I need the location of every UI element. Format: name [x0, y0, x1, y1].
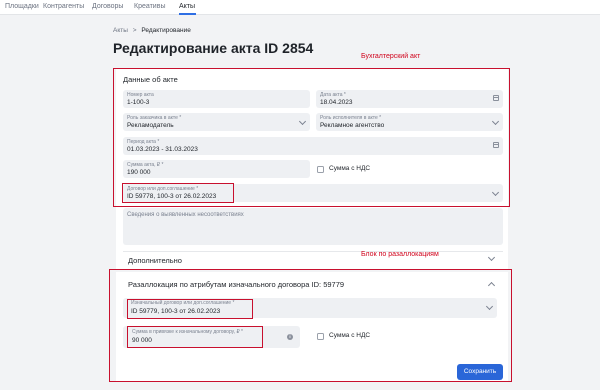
contractor-role-select[interactable]: Роль исполнителя в акте * Рекламное аген… [316, 113, 503, 131]
contractor-role-label: Роль исполнителя в акте * [320, 115, 382, 121]
active-tab-indicator [179, 13, 196, 15]
top-nav: Площадки Контрагенты Договоры Креативы А… [0, 0, 600, 15]
additional-toggle[interactable]: Дополнительно [128, 256, 182, 265]
reallocation-title: Разаллокация по атрибутам изначального д… [128, 280, 345, 289]
tab-contracts[interactable]: Договоры [92, 2, 123, 11]
act-amount-field[interactable]: Сумма акта, ₽ * 190 000 [123, 160, 310, 178]
chevron-down-icon[interactable] [485, 302, 494, 311]
discrepancies-textarea[interactable]: Сведения о выявленных несоответствиях [123, 208, 503, 245]
annotation-reallocation: Блок по разаллокациям [361, 251, 439, 258]
chevron-down-icon[interactable] [298, 117, 307, 126]
annotation-box-contract [122, 183, 234, 203]
act-date-value: 18.04.2023 [320, 99, 353, 106]
annotation-accounting-act: Бухгалтерский акт [361, 53, 421, 60]
customer-role-value: Рекламодатель [127, 122, 174, 129]
vat-checkbox-label: Сумма с НДС [329, 165, 371, 172]
calendar-icon[interactable] [493, 142, 499, 148]
customer-role-select[interactable]: Роль заказчика в акте * Рекламодатель [123, 113, 310, 131]
contractor-role-value: Рекламное агентство [320, 122, 385, 129]
breadcrumb-separator: > [132, 27, 137, 34]
discrepancies-placeholder: Сведения о выявленных несоответствиях [127, 212, 244, 218]
calendar-icon[interactable] [493, 95, 499, 101]
tab-platforms[interactable]: Площадки [5, 2, 39, 11]
breadcrumb: Акты > Редактирование [113, 27, 194, 35]
tab-counterparties[interactable]: Контрагенты [43, 2, 84, 11]
act-amount-value: 190 000 [127, 169, 151, 176]
act-number-value: 1-100-3 [127, 99, 150, 106]
info-icon[interactable]: i [287, 334, 293, 340]
save-button[interactable]: Сохранить [457, 364, 503, 380]
breadcrumb-current: Редактирование [141, 27, 191, 34]
tab-acts[interactable]: Акты [179, 2, 195, 11]
annotation-box-original-contract [127, 299, 253, 319]
section-title-act-details: Данные об акте [123, 75, 178, 84]
reallocation-vat-checkbox[interactable] [317, 333, 324, 340]
vat-checkbox[interactable] [317, 166, 324, 173]
breadcrumb-acts[interactable]: Акты [113, 27, 128, 34]
act-period-value: 01.03.2023 - 31.03.2023 [127, 146, 198, 153]
divider [123, 251, 503, 252]
act-number-field[interactable]: Номер акта 1-100-3 [123, 90, 310, 108]
act-date-field[interactable]: Дата акта * 18.04.2023 [316, 90, 503, 108]
act-number-label: Номер акта [127, 92, 154, 98]
tab-creatives[interactable]: Креативы [134, 2, 165, 11]
act-period-label: Период акта * [127, 139, 160, 145]
chevron-down-icon[interactable] [491, 117, 500, 126]
customer-role-label: Роль заказчика в акте * [127, 115, 182, 121]
annotation-box-reallocation-amount [127, 326, 263, 348]
chevron-down-icon[interactable] [491, 188, 500, 197]
act-period-field[interactable]: Период акта * 01.03.2023 - 31.03.2023 [123, 137, 503, 155]
act-amount-label: Сумма акта, ₽ * [127, 162, 164, 168]
reallocation-vat-checkbox-label: Сумма с НДС [329, 332, 371, 339]
page-title: Редактирование акта ID 2854 [113, 40, 314, 56]
act-date-label: Дата акта * [320, 92, 346, 98]
